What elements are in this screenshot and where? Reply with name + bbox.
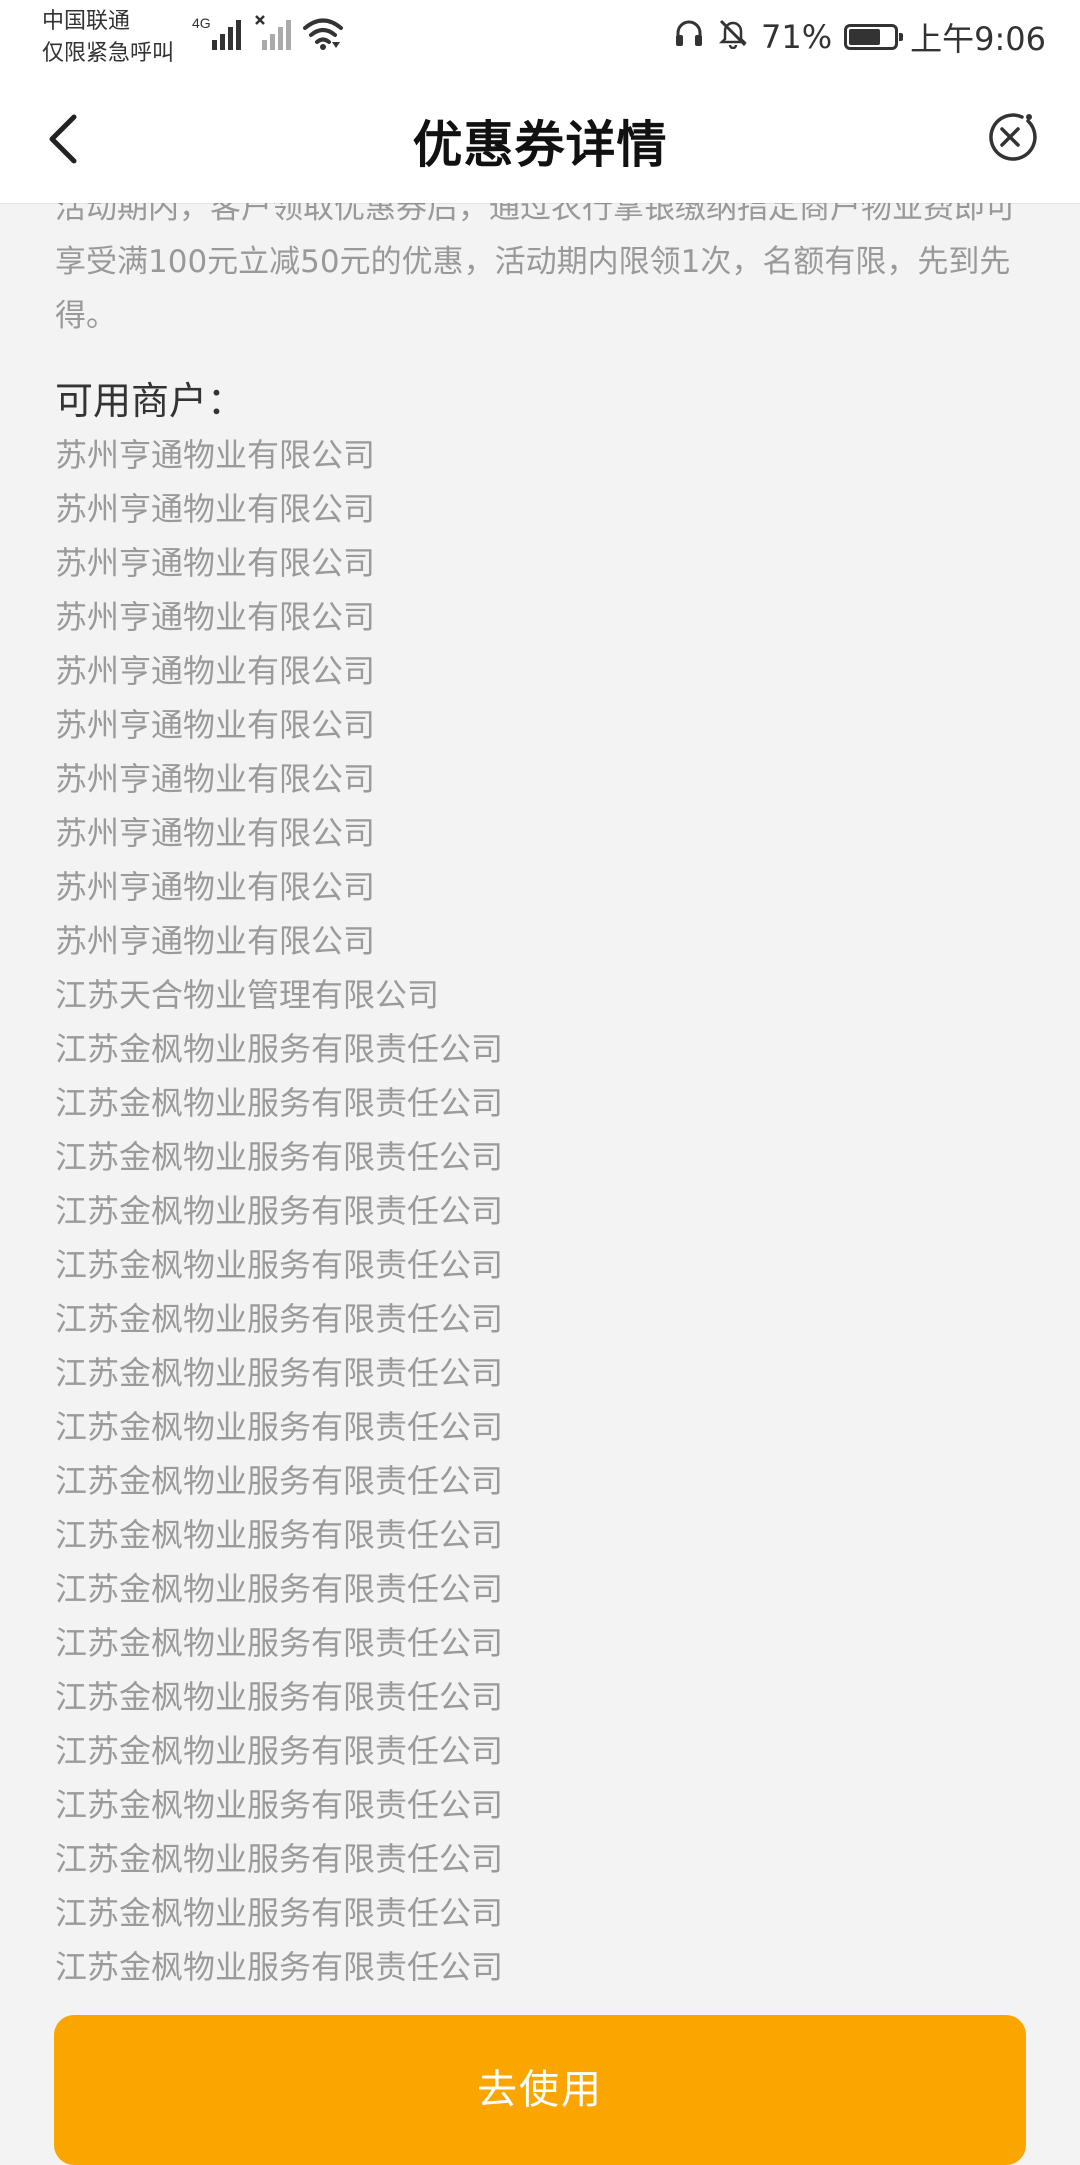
close-button[interactable] bbox=[978, 105, 1042, 169]
merchant-item: 苏州亨通物业有限公司 bbox=[55, 436, 376, 474]
status-right-group: 71% 上午9:06 bbox=[673, 14, 1046, 60]
carrier-info: 中国联通 仅限紧急呼叫 bbox=[42, 6, 174, 70]
clock-time: 上午9:06 bbox=[910, 20, 1046, 58]
merchant-item: 苏州亨通物业有限公司 bbox=[55, 598, 376, 636]
merchant-item: 苏州亨通物业有限公司 bbox=[55, 760, 376, 798]
merchants-label: 可用商户： bbox=[55, 379, 246, 423]
merchant-item: 苏州亨通物业有限公司 bbox=[55, 544, 376, 582]
merchant-item: 苏州亨通物业有限公司 bbox=[55, 652, 376, 690]
coupon-detail-content[interactable]: 活动期内，客户领取优惠券后，通过农行掌银缴纳指定商户物业费即可享受满100元立减… bbox=[0, 203, 1080, 2003]
carrier-status: 仅限紧急呼叫 bbox=[42, 41, 175, 66]
merchant-item: 苏州亨通物业有限公司 bbox=[55, 490, 376, 528]
merchant-item: 苏州亨通物业有限公司 bbox=[55, 814, 376, 852]
close-circle-icon bbox=[978, 113, 1042, 173]
carrier-name: 中国联通 bbox=[42, 9, 131, 34]
battery-icon bbox=[844, 24, 904, 50]
merchant-item: 江苏金枫物业服务有限责任公司 bbox=[55, 1624, 504, 1662]
merchant-item: 江苏金枫物业服务有限责任公司 bbox=[55, 1786, 504, 1824]
merchant-item: 苏州亨通物业有限公司 bbox=[55, 706, 376, 744]
page-title: 优惠券详情 bbox=[412, 116, 668, 174]
wifi-icon bbox=[302, 16, 344, 52]
merchant-item: 江苏金枫物业服务有限责任公司 bbox=[55, 1516, 504, 1554]
battery-percent: 71% bbox=[761, 18, 833, 56]
merchant-item: 江苏金枫物业服务有限责任公司 bbox=[55, 1840, 504, 1878]
merchant-item: 江苏金枫物业服务有限责任公司 bbox=[55, 1732, 504, 1770]
merchant-item: 江苏金枫物业服务有限责任公司 bbox=[55, 1354, 504, 1392]
merchant-item: 江苏金枫物业服务有限责任公司 bbox=[55, 1030, 504, 1068]
nav-header: 优惠券详情 bbox=[0, 75, 1080, 203]
merchant-item: 江苏金枫物业服务有限责任公司 bbox=[55, 1246, 504, 1284]
battery-level-fill bbox=[849, 29, 881, 45]
merchant-item: 江苏金枫物业服务有限责任公司 bbox=[55, 1138, 504, 1176]
merchant-item: 江苏金枫物业服务有限责任公司 bbox=[55, 1570, 504, 1608]
headphones-icon bbox=[673, 17, 705, 57]
coupon-description: 活动期内，客户领取优惠券后，通过农行掌银缴纳指定商户物业费即可享受满100元立减… bbox=[55, 203, 1016, 334]
merchant-item: 苏州亨通物业有限公司 bbox=[55, 922, 376, 960]
merchant-item: 江苏天合物业管理有限公司 bbox=[55, 1994, 503, 2003]
merchant-list: 苏州亨通物业有限公司 苏州亨通物业有限公司 苏州亨通物业有限公司 苏州亨通物业有限公司… bbox=[55, 428, 503, 2003]
signal-no-service-icon bbox=[254, 14, 294, 54]
merchant-item: 江苏金枫物业服务有限责任公司 bbox=[55, 1894, 504, 1932]
merchant-item: 江苏金枫物业服务有限责任公司 bbox=[55, 1678, 504, 1716]
bell-off-icon bbox=[717, 17, 749, 57]
network-type-label: 4G bbox=[192, 15, 211, 31]
merchant-item: 江苏金枫物业服务有限责任公司 bbox=[55, 1408, 504, 1446]
merchant-item: 江苏天合物业管理有限公司 bbox=[55, 976, 440, 1014]
merchant-item: 江苏金枫物业服务有限责任公司 bbox=[55, 1300, 504, 1338]
merchant-item: 苏州亨通物业有限公司 bbox=[55, 868, 376, 906]
use-coupon-button[interactable]: 去使用 bbox=[54, 2015, 1026, 2165]
merchant-item: 江苏金枫物业服务有限责任公司 bbox=[55, 1948, 504, 1986]
signal-icon: 4G bbox=[190, 14, 248, 54]
status-bar: 中国联通 仅限紧急呼叫 4G 71% 上午9:06 bbox=[0, 0, 1080, 75]
merchant-item: 江苏金枫物业服务有限责任公司 bbox=[55, 1462, 504, 1500]
merchant-item: 江苏金枫物业服务有限责任公司 bbox=[55, 1192, 504, 1230]
merchant-item: 江苏金枫物业服务有限责任公司 bbox=[55, 1084, 504, 1122]
